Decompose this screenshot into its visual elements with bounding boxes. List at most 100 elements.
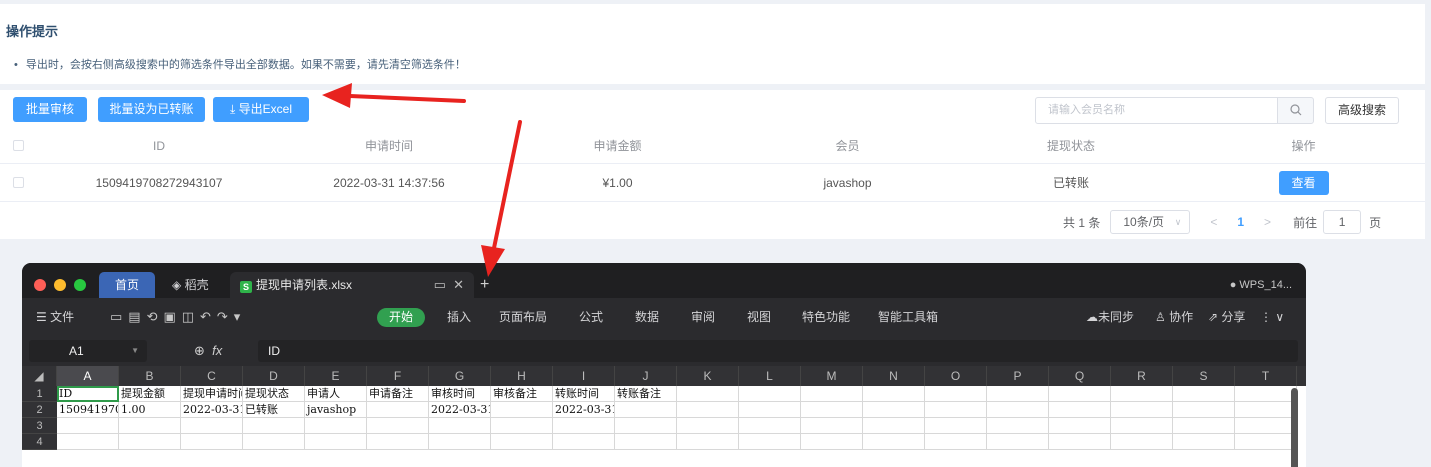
sheet-cell[interactable] <box>1235 434 1297 450</box>
sheet-cell[interactable]: javashop <box>305 402 367 418</box>
sheet-cell[interactable]: 提现状态 <box>243 386 305 402</box>
spreadsheet-grid[interactable]: ◢ ABCDEFGHIJKLMNOPQRST 1 ID 提现金额 提现申请时间 提现状态… <box>22 366 1306 467</box>
tab-daoke[interactable]: ◈ 稻壳 <box>172 272 209 298</box>
sheet-cell[interactable]: 2022-03-31 <box>429 402 491 418</box>
menu-data[interactable]: 数据 <box>635 298 659 336</box>
sheet-cell[interactable] <box>739 418 801 434</box>
row-checkbox[interactable] <box>13 177 24 188</box>
sheet-cell[interactable] <box>243 434 305 450</box>
sheet-cell[interactable]: 提现申请时间 <box>181 386 243 402</box>
close-window-button[interactable] <box>34 279 46 291</box>
file-menu[interactable]: ☰ 文件 <box>36 298 74 336</box>
formula-icons[interactable]: ⊕ fx <box>194 340 222 362</box>
sheet-cell[interactable] <box>987 434 1049 450</box>
sheet-cell[interactable] <box>1235 386 1297 402</box>
column-header-l[interactable]: L <box>739 366 801 386</box>
more-icon[interactable]: ⋮ ∨ <box>1260 298 1284 336</box>
column-header-c[interactable]: C <box>181 366 243 386</box>
sheet-cell[interactable] <box>677 418 739 434</box>
sheet-cell[interactable] <box>367 402 429 418</box>
sheet-cell[interactable]: 提现金额 <box>119 386 181 402</box>
sheet-cell[interactable] <box>1173 386 1235 402</box>
menu-review[interactable]: 审阅 <box>691 298 715 336</box>
sheet-cell[interactable] <box>615 402 677 418</box>
sheet-cell[interactable] <box>1235 402 1297 418</box>
sheet-cell[interactable] <box>925 434 987 450</box>
column-header-b[interactable]: B <box>119 366 181 386</box>
sheet-cell[interactable] <box>615 418 677 434</box>
sheet-cell[interactable] <box>491 418 553 434</box>
column-header-f[interactable]: F <box>367 366 429 386</box>
column-header-r[interactable]: R <box>1111 366 1173 386</box>
sheet-cell[interactable] <box>429 434 491 450</box>
quick-access-icons[interactable]: ▭▤⟲▣◫↶↷▾ <box>110 298 246 336</box>
column-header-d[interactable]: D <box>243 366 305 386</box>
column-header-q[interactable]: Q <box>1049 366 1111 386</box>
sheet-cell[interactable] <box>1049 402 1111 418</box>
column-header-o[interactable]: O <box>925 366 987 386</box>
menu-insert[interactable]: 插入 <box>447 298 471 336</box>
column-header-e[interactable]: E <box>305 366 367 386</box>
sheet-cell[interactable] <box>677 386 739 402</box>
row-header[interactable]: 3 <box>22 418 57 434</box>
column-header-p[interactable]: P <box>987 366 1049 386</box>
batch-transfer-button[interactable]: 批量设为已转账 <box>98 97 205 122</box>
sheet-cell[interactable]: 2022-03-31 <box>553 402 615 418</box>
sheet-cell[interactable] <box>1173 434 1235 450</box>
sheet-cell[interactable] <box>925 386 987 402</box>
page-size-select[interactable]: 10条/页 ∨ <box>1110 210 1191 234</box>
column-header-t[interactable]: T <box>1235 366 1297 386</box>
collab-button[interactable]: ♙ 协作 <box>1155 298 1193 336</box>
sheet-cell[interactable] <box>553 418 615 434</box>
menu-formula[interactable]: 公式 <box>579 298 603 336</box>
column-header-g[interactable]: G <box>429 366 491 386</box>
sheet-cell[interactable]: 转账时间 <box>553 386 615 402</box>
advanced-search-button[interactable]: 高级搜索 <box>1325 97 1399 124</box>
sheet-cell[interactable] <box>429 418 491 434</box>
tab-file[interactable]: S 提现申请列表.xlsx ▭ ✕ <box>230 272 474 298</box>
sheet-cell[interactable]: 申请备注 <box>367 386 429 402</box>
sheet-cell[interactable] <box>1049 434 1111 450</box>
sheet-cell[interactable] <box>57 418 119 434</box>
sheet-cell[interactable]: 申请人 <box>305 386 367 402</box>
sheet-cell[interactable] <box>305 418 367 434</box>
sheet-cell[interactable] <box>863 402 925 418</box>
sheet-cell[interactable]: 2022-03-31 <box>181 402 243 418</box>
export-excel-button[interactable]: ⤓ 导出Excel <box>213 97 309 122</box>
sheet-cell[interactable] <box>243 418 305 434</box>
sheet-cell[interactable] <box>491 434 553 450</box>
prev-page-button[interactable]: < <box>1210 215 1217 229</box>
sheet-cell[interactable] <box>1049 386 1111 402</box>
sheet-cell[interactable] <box>801 418 863 434</box>
minimize-window-button[interactable] <box>54 279 66 291</box>
menu-features[interactable]: 特色功能 <box>802 298 850 336</box>
sheet-cell[interactable] <box>801 402 863 418</box>
select-all-corner[interactable]: ◢ <box>22 366 57 386</box>
sheet-cell[interactable] <box>1111 418 1173 434</box>
sheet-cell[interactable] <box>677 402 739 418</box>
sheet-cell[interactable] <box>181 418 243 434</box>
column-header-m[interactable]: M <box>801 366 863 386</box>
formula-input[interactable]: ID <box>258 340 1298 362</box>
screen-icon[interactable]: ▭ <box>434 277 446 292</box>
sheet-cell[interactable] <box>801 386 863 402</box>
sheet-cell[interactable]: 150941970 <box>57 402 119 418</box>
sheet-cell[interactable] <box>1049 418 1111 434</box>
menu-start[interactable]: 开始 <box>377 308 425 327</box>
sheet-cell[interactable] <box>863 418 925 434</box>
next-page-button[interactable]: > <box>1264 215 1271 229</box>
sheet-cell[interactable]: 审核备注 <box>491 386 553 402</box>
column-header-k[interactable]: K <box>677 366 739 386</box>
tab-home[interactable]: 首页 <box>99 272 155 298</box>
wps-account[interactable]: ● WPS_14... <box>1230 272 1292 298</box>
sheet-cell[interactable]: ID <box>57 386 119 402</box>
column-header-j[interactable]: J <box>615 366 677 386</box>
sheet-cell[interactable] <box>305 434 367 450</box>
sheet-cell[interactable] <box>1111 434 1173 450</box>
column-header-a[interactable]: A <box>57 366 119 386</box>
sheet-cell[interactable] <box>57 434 119 450</box>
sheet-cell[interactable] <box>367 418 429 434</box>
view-button[interactable]: 查看 <box>1278 170 1329 195</box>
row-header[interactable]: 2 <box>22 402 57 418</box>
sheet-cell[interactable] <box>1111 402 1173 418</box>
